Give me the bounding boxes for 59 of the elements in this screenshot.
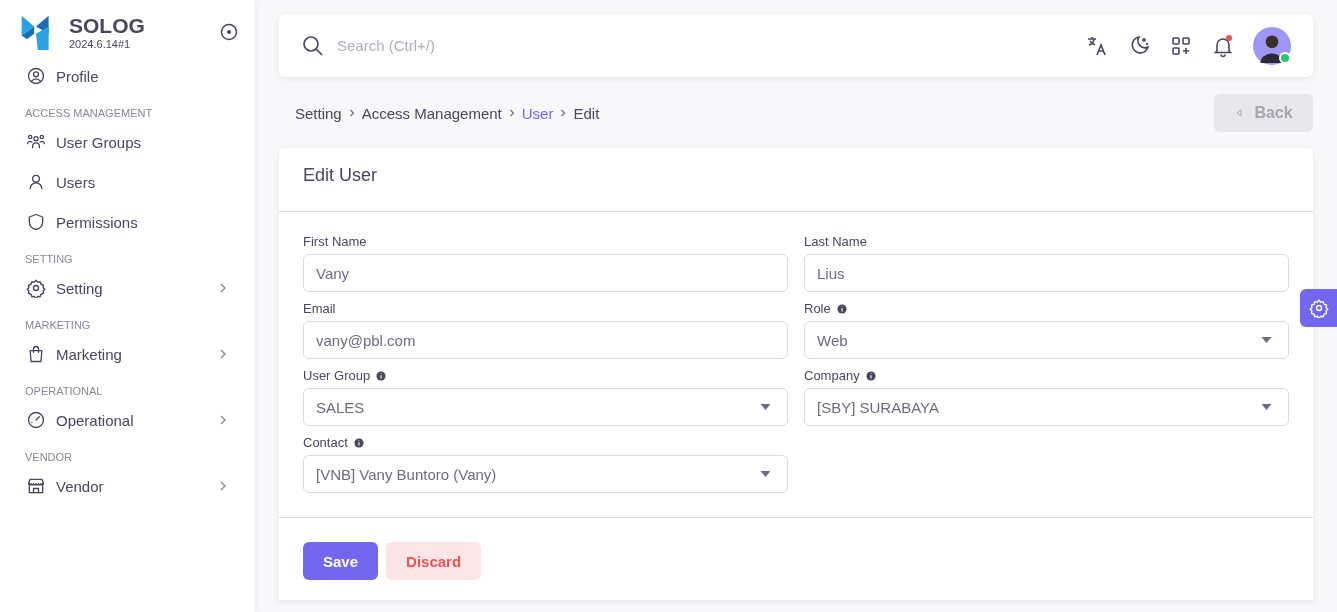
section-heading: OPERATIONAL [24, 385, 104, 397]
breadcrumb-link[interactable]: Access Management [361, 104, 502, 122]
info-icon [865, 370, 876, 381]
breadcrumb-link[interactable]: Setting [295, 104, 342, 122]
field-label: Last Name [804, 234, 867, 249]
dropdown-field[interactable]: SALES [303, 388, 788, 426]
section-heading: ACCESS MANAGEMENT [24, 107, 154, 119]
info-icon [353, 437, 364, 448]
field-label: Contact [303, 435, 348, 450]
field-label: First Name [303, 234, 367, 249]
sidebar-item[interactable]: User Groups [14, 123, 241, 161]
section-heading: VENDOR [24, 451, 74, 463]
caret-icon [1261, 404, 1272, 410]
section-heading: SETTING [24, 253, 74, 265]
sidebar-item[interactable]: Permissions [14, 203, 241, 241]
chevron-right-icon [560, 109, 567, 117]
bell-icon[interactable] [1211, 33, 1235, 58]
dropdown-field[interactable]: [VNB] Vany Buntoro (Vany) [303, 455, 788, 493]
sidebar-item[interactable]: Profile [14, 57, 241, 95]
dropdown-field[interactable]: [SBY] SURABAYA [804, 388, 1289, 426]
caret-icon [760, 404, 771, 410]
field-label: User Group [303, 368, 371, 383]
search-icon [301, 33, 325, 58]
breadcrumb-link[interactable]: User [521, 104, 554, 122]
brand-name: SOLOG [69, 14, 146, 38]
sidebar-item[interactable]: Operational [14, 401, 241, 439]
shield-icon [26, 212, 46, 232]
avatar[interactable] [1253, 26, 1291, 65]
chevron-right-icon [508, 109, 515, 117]
field-label: Role [804, 301, 831, 316]
radio-circle-icon[interactable] [219, 22, 239, 42]
app-version: 2024.6.14#1 [69, 38, 132, 50]
field-label: Email [303, 301, 336, 316]
info-icon [376, 370, 387, 381]
caret-icon [1261, 337, 1272, 343]
section-heading: MARKETING [24, 319, 92, 331]
store-icon [26, 476, 46, 496]
sidebar-item[interactable]: Marketing [14, 335, 241, 373]
search-field[interactable]: Search (Ctrl+/) [335, 36, 1085, 55]
chevron-right-icon [348, 109, 355, 117]
profile-icon [26, 66, 46, 86]
gear-icon [1308, 298, 1329, 318]
sidebar-item[interactable]: Vendor [14, 467, 241, 505]
field-label: Company [804, 368, 860, 383]
sidebar-item[interactable]: Setting [14, 269, 241, 307]
dropdown-field[interactable]: Web [804, 321, 1289, 359]
save-button[interactable]: Save [303, 542, 379, 580]
breadcrumb-link[interactable]: Edit [573, 104, 600, 122]
gauge-icon [26, 410, 46, 430]
info-icon [836, 303, 847, 314]
caret-left-icon [1234, 108, 1245, 118]
settings-icon [26, 278, 46, 298]
caret-icon [760, 471, 771, 477]
settings-button[interactable] [1300, 289, 1337, 327]
input-field[interactable]: vany@pbl.com [303, 321, 788, 359]
card-title: Edit User [279, 148, 1313, 212]
input-field[interactable]: Lius [804, 254, 1289, 292]
input-field[interactable]: Vany [303, 254, 788, 292]
sidebar-item[interactable]: Users [14, 163, 241, 201]
